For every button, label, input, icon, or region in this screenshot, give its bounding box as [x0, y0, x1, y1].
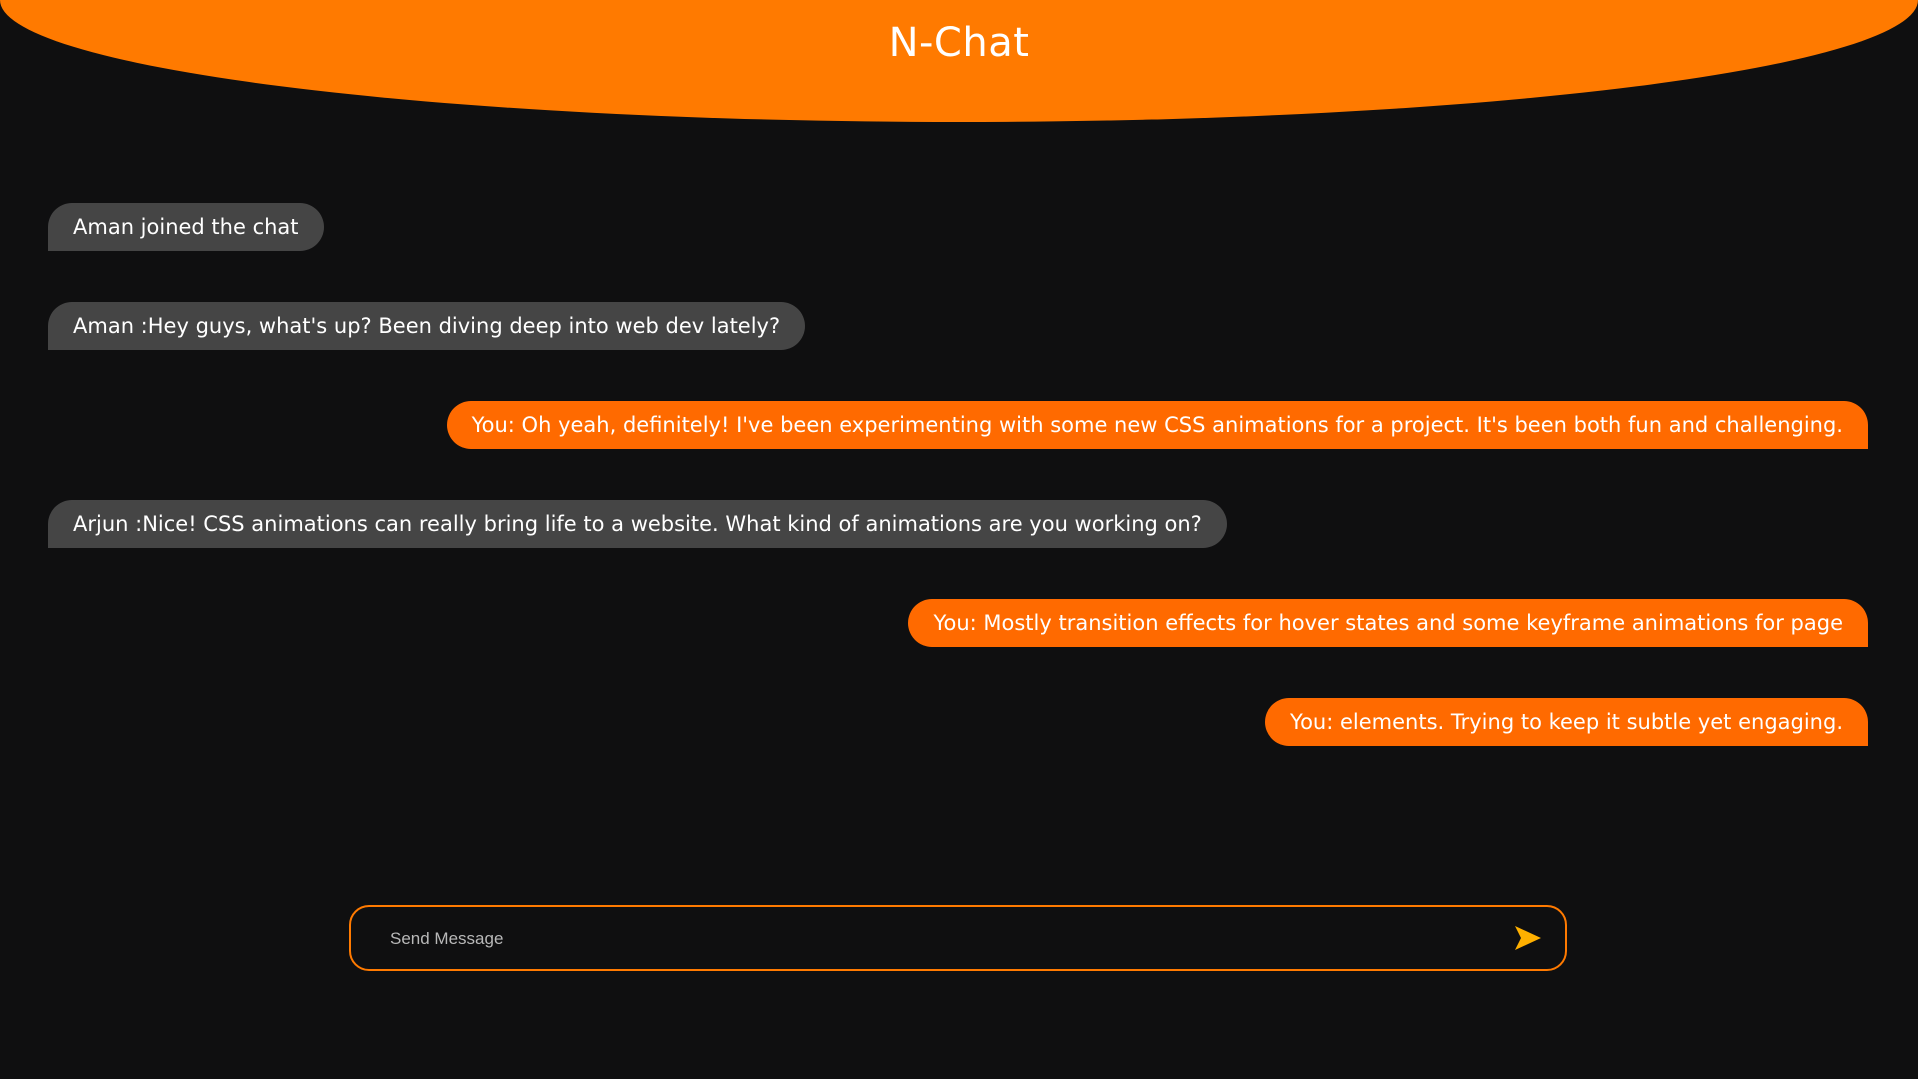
message-input[interactable]: [388, 919, 1472, 959]
message-outgoing: You: Mostly transition effects for hover…: [908, 599, 1868, 647]
message-incoming: Aman :Hey guys, what's up? Been diving d…: [48, 302, 806, 350]
send-button[interactable]: [1513, 923, 1543, 953]
message-composer: [349, 905, 1567, 971]
chat-page: N-Chat Aman joined the chat Aman :Hey gu…: [0, 0, 1918, 1079]
app-title: N-Chat: [888, 20, 1030, 66]
send-arrow-icon: [1515, 926, 1541, 950]
message-outgoing: You: Oh yeah, definitely! I've been expe…: [446, 401, 1868, 449]
message-incoming: Arjun :Nice! CSS animations can really b…: [48, 500, 1227, 548]
app-header: N-Chat: [0, 0, 1918, 122]
message-outgoing: You: elements. Trying to keep it subtle …: [1265, 698, 1868, 746]
message-system: Aman joined the chat: [48, 203, 324, 251]
